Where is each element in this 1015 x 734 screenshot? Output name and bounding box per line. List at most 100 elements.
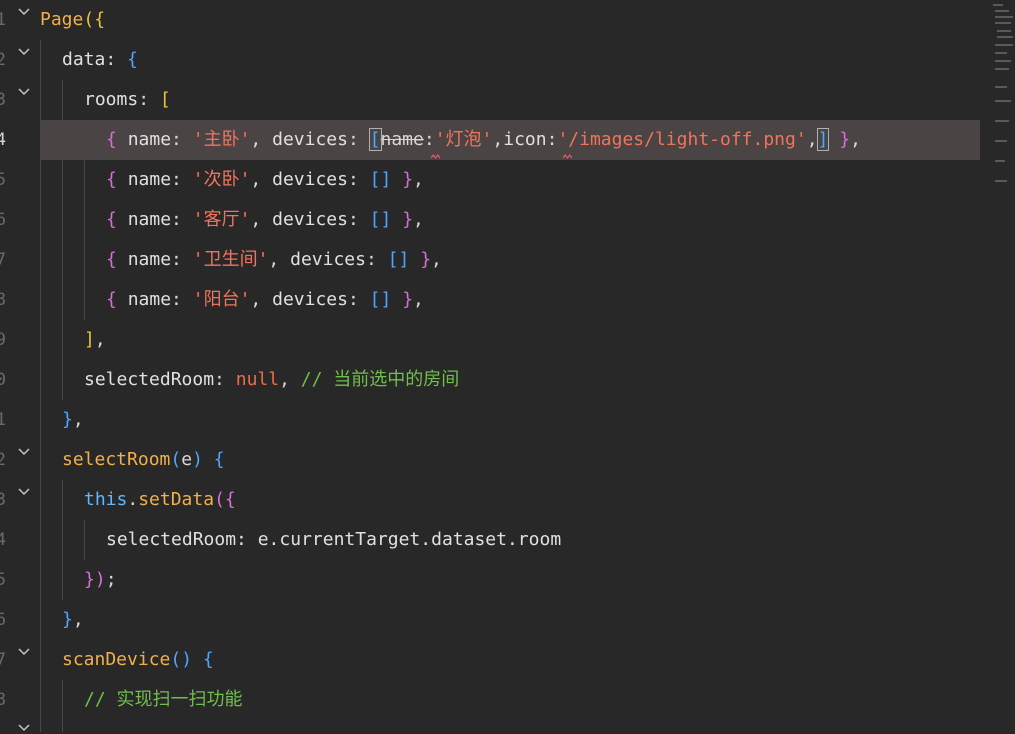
fold-chevron-icon[interactable] (18, 722, 30, 734)
fold-chevron-icon[interactable] (18, 86, 30, 98)
code-line-18[interactable]: // 实现扫一扫功能 (84, 680, 243, 720)
token-brace: { (106, 249, 128, 270)
token-key: icon (503, 129, 547, 150)
fold-chevron-icon[interactable] (18, 446, 30, 458)
token-brace: { (106, 129, 128, 150)
token-param: e (181, 449, 193, 470)
token-paren: ( (170, 449, 182, 470)
code-line-4[interactable]: { name: '主卧', devices: [name:'灯泡',icon:'… (106, 120, 861, 160)
line-number-active: 4 (0, 130, 6, 150)
code-line-5[interactable]: { name: '次卧', devices: [] }, (106, 160, 424, 200)
indent-guide (62, 480, 63, 600)
token-comma: , (250, 209, 273, 230)
line-number: 4 (0, 530, 6, 550)
token-key: data (62, 49, 106, 70)
line-number: 8 (0, 690, 6, 710)
token-key: devices (272, 169, 348, 190)
token-key: name (127, 209, 172, 230)
token-key: devices (272, 209, 348, 230)
token-key: name (127, 249, 172, 270)
indent-guide (84, 120, 85, 320)
token-colon: : (347, 289, 370, 310)
token-close: }) (84, 569, 106, 590)
token-comma: , (250, 289, 273, 310)
token-array: [] (369, 209, 392, 230)
token-brace: { (202, 649, 214, 670)
code-line-6[interactable]: { name: '客厅', devices: [] }, (106, 200, 424, 240)
line-number: 3 (0, 490, 6, 510)
code-line-12[interactable]: selectRoom(e) { (62, 440, 225, 480)
line-number-gutter: 1 2 3 4 5 6 7 8 9 0 1 2 3 4 5 6 7 8 (0, 0, 40, 732)
token-comma: , (72, 609, 84, 630)
line-number: 8 (0, 290, 6, 310)
line-number: 6 (0, 610, 6, 630)
token-semicolon: ; (105, 569, 117, 590)
token-array: [] (369, 169, 392, 190)
token-this: this (84, 489, 128, 510)
token-bracket: ] (84, 329, 95, 350)
token-colon: : (171, 249, 193, 270)
error-squiggle-icon (431, 154, 440, 159)
code-line-15[interactable]: }); (84, 560, 117, 600)
token-key: devices (272, 289, 348, 310)
token-array: [] (387, 249, 410, 270)
token-colon: : (171, 129, 193, 150)
token-brace: { (106, 289, 128, 310)
minimap[interactable] (985, 0, 1015, 200)
code-line-2[interactable]: data: { (62, 40, 138, 80)
token-paren: () (170, 649, 193, 670)
token-brace: } (402, 289, 414, 310)
token-key: name (127, 289, 172, 310)
fold-chevron-icon[interactable] (18, 646, 30, 658)
code-line-11[interactable]: }, (62, 400, 84, 440)
code-line-9[interactable]: ], (84, 320, 106, 360)
token-string: '次卧' (192, 169, 251, 190)
code-line-13[interactable]: this.setData({ (84, 480, 236, 520)
code-line-1[interactable]: Page({ (40, 0, 105, 40)
fold-chevron-icon[interactable] (18, 46, 30, 58)
token-key: rooms (84, 89, 139, 110)
code-line-14[interactable]: selectedRoom: e.currentTarget.dataset.ro… (106, 520, 561, 560)
code-line-16[interactable]: }, (62, 600, 84, 640)
line-number: 7 (0, 250, 6, 270)
token-comment: // 当前选中的房间 (300, 369, 460, 390)
token-colon: : (365, 249, 388, 270)
token-key: devices (290, 249, 366, 270)
token-bracket: [ (159, 89, 171, 110)
token-comma: , (492, 129, 504, 150)
indent-guide (84, 520, 85, 560)
code-line-8[interactable]: { name: '阳台', devices: [] }, (106, 280, 424, 320)
bracket-match-open: [ (368, 128, 382, 151)
token-brace: } (62, 409, 73, 430)
code-line-3[interactable]: rooms: [ (84, 80, 171, 120)
line-number: 5 (0, 170, 6, 190)
line-number: 7 (0, 650, 6, 670)
line-number: 2 (0, 450, 6, 470)
code-line-7[interactable]: { name: '卫生间', devices: [] }, (106, 240, 442, 280)
token-comma: , (413, 209, 424, 230)
fold-chevron-icon[interactable] (18, 486, 30, 498)
code-editor[interactable]: 1 2 3 4 5 6 7 8 9 0 1 2 3 4 5 6 7 8 Page… (0, 0, 1015, 732)
token-colon: : (138, 89, 160, 110)
token-colon: : (347, 209, 370, 230)
token-colon: : (546, 129, 558, 150)
token-comment: // 实现扫一扫功能 (84, 689, 243, 710)
token-comma: , (94, 329, 106, 350)
token-colon: : (214, 369, 236, 390)
token-string: '灯泡' (434, 129, 493, 150)
token-comma: , (850, 129, 861, 150)
code-line-10[interactable]: selectedRoom: null, // 当前选中的房间 (84, 360, 459, 400)
token-brace: } (402, 169, 414, 190)
fold-chevron-icon[interactable] (18, 6, 30, 18)
token-colon: : (171, 169, 193, 190)
token-string: '/images/light-off.png' (557, 129, 807, 150)
code-line-17[interactable]: scanDevice() { (62, 640, 214, 680)
token-brace: { (127, 49, 138, 70)
token-brace: { (106, 169, 128, 190)
token-comma: , (250, 169, 273, 190)
token-dot: . (127, 489, 139, 510)
